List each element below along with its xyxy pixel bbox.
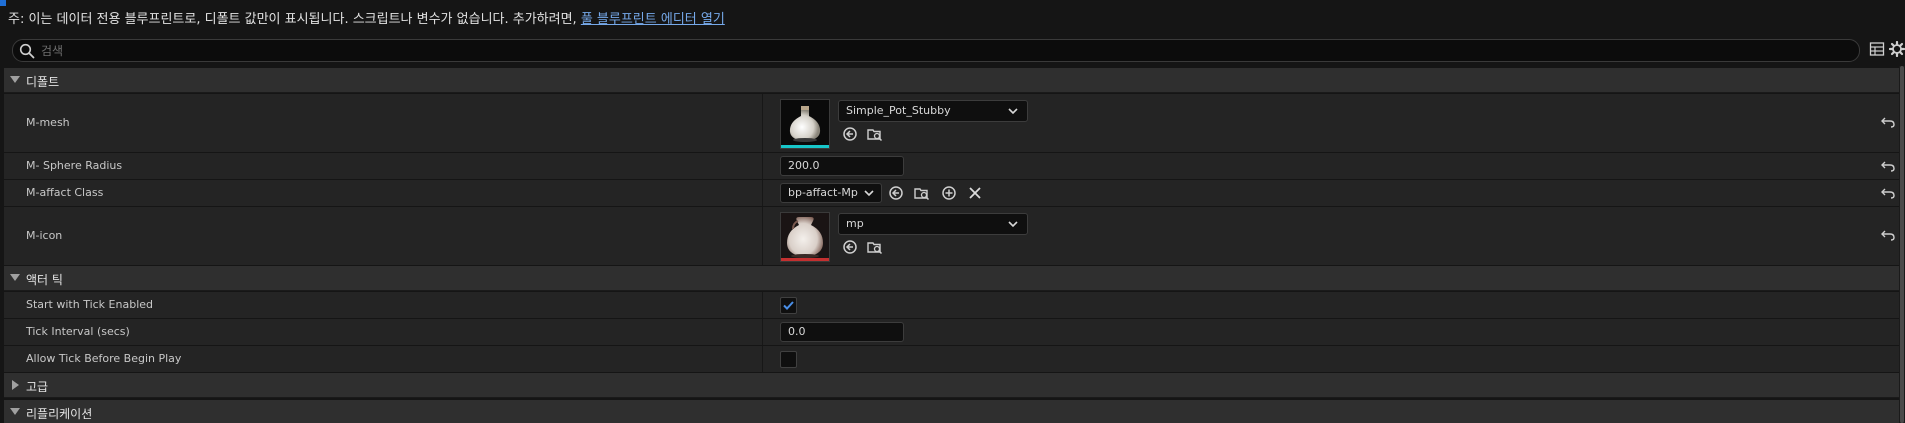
reset-to-default-icon[interactable] <box>1881 229 1895 241</box>
property-row-m-mesh: M-mesh Simple_Pot_Stubby <box>4 94 1899 153</box>
column-splitter[interactable] <box>762 180 763 206</box>
section-title-advanced: 고급 <box>26 380 49 394</box>
sphere-radius-input[interactable]: 200.0 <box>780 156 904 176</box>
browse-asset-icon[interactable] <box>867 239 883 255</box>
section-header-replication[interactable]: 리플리케이션 <box>4 400 1899 423</box>
browse-asset-icon[interactable] <box>914 185 930 201</box>
section-title-replication: 리플리케이션 <box>26 407 93 421</box>
class-picker-combo[interactable]: bp-affact-Mp <box>780 183 882 203</box>
column-splitter[interactable] <box>762 292 763 318</box>
mesh-asset-combo[interactable]: Simple_Pot_Stubby <box>838 100 1028 122</box>
reset-to-default-icon[interactable] <box>1881 116 1895 128</box>
grid-view-icon[interactable] <box>1869 41 1885 57</box>
search-row <box>0 36 1905 64</box>
property-label: M-icon <box>26 229 63 242</box>
property-label: Start with Tick Enabled <box>26 298 154 311</box>
column-splitter[interactable] <box>762 153 763 179</box>
property-label: M- Sphere Radius <box>26 159 123 172</box>
property-row-m-sphere-radius: M- Sphere Radius 200.0 <box>4 153 1899 180</box>
property-label: Allow Tick Before Begin Play <box>26 352 182 365</box>
section-header-default[interactable]: 디폴트 <box>4 68 1899 93</box>
section-title-actor-tick: 액터 틱 <box>26 273 63 287</box>
texture-thumbnail[interactable] <box>780 212 830 262</box>
asset-type-bar <box>781 258 829 261</box>
start-with-tick-enabled-checkbox[interactable] <box>780 297 797 314</box>
expand-arrow-icon <box>10 76 20 83</box>
search-icon <box>19 43 35 59</box>
property-row-m-affact-class: M-affact Class bp-affact-Mp <box>4 180 1899 207</box>
chevron-down-icon <box>864 190 874 197</box>
open-full-blueprint-editor-link[interactable]: 풀 블루프린트 에디터 열기 <box>581 12 725 27</box>
section-title-default: 디폴트 <box>26 75 60 89</box>
notice-corner-mark <box>0 0 6 6</box>
sphere-radius-value: 200.0 <box>788 159 820 172</box>
mesh-asset-value: Simple_Pot_Stubby <box>846 104 951 117</box>
chevron-down-icon <box>1008 108 1018 115</box>
notice-text: 주: 이는 데이터 전용 블루프린트로, 디폴트 값만이 표시됩니다. 스크립트… <box>8 8 725 27</box>
icon-asset-value: mp <box>846 217 864 230</box>
allow-tick-before-begin-play-checkbox[interactable] <box>780 351 797 368</box>
property-row-start-with-tick-enabled: Start with Tick Enabled <box>4 292 1899 319</box>
tick-interval-input[interactable]: 0.0 <box>780 322 904 342</box>
use-selected-asset-icon[interactable] <box>842 126 858 142</box>
property-label: M-mesh <box>26 116 70 129</box>
property-label: M-affact Class <box>26 186 104 199</box>
class-picker-value: bp-affact-Mp <box>788 186 858 199</box>
use-selected-asset-icon[interactable] <box>842 239 858 255</box>
use-selected-asset-icon[interactable] <box>888 185 904 201</box>
pot-mesh-image <box>781 100 829 148</box>
checkmark-icon <box>783 301 794 310</box>
column-splitter[interactable] <box>762 94 763 152</box>
property-label: Tick Interval (secs) <box>26 325 130 338</box>
property-row-m-icon: M-icon mp <box>4 207 1899 266</box>
reset-to-default-icon[interactable] <box>1881 160 1895 172</box>
add-icon[interactable] <box>941 185 957 201</box>
details-panel: 주: 이는 데이터 전용 블루프린트로, 디폴트 값만이 표시됩니다. 스크립트… <box>0 0 1905 423</box>
pot-texture-image <box>781 213 829 261</box>
column-splitter[interactable] <box>762 319 763 345</box>
property-row-allow-tick-before-begin-play: Allow Tick Before Begin Play <box>4 346 1899 373</box>
clear-icon[interactable] <box>967 185 983 201</box>
chevron-down-icon <box>1008 221 1018 228</box>
section-header-advanced[interactable]: 고급 <box>4 373 1899 398</box>
column-splitter[interactable] <box>762 207 763 265</box>
notice-message: 주: 이는 데이터 전용 블루프린트로, 디폴트 값만이 표시됩니다. 스크립트… <box>8 12 581 27</box>
search-box[interactable] <box>12 39 1860 62</box>
data-only-notice: 주: 이는 데이터 전용 블루프린트로, 디폴트 값만이 표시됩니다. 스크립트… <box>0 0 1905 34</box>
section-header-actor-tick[interactable]: 액터 틱 <box>4 266 1899 291</box>
tick-interval-value: 0.0 <box>788 325 806 338</box>
browse-asset-icon[interactable] <box>867 126 883 142</box>
search-input[interactable] <box>39 41 1843 61</box>
expand-arrow-icon <box>10 408 20 415</box>
scrollbar-thumb[interactable] <box>1900 66 1904 423</box>
icon-asset-combo[interactable]: mp <box>838 213 1028 235</box>
settings-gear-icon[interactable] <box>1889 41 1905 57</box>
mesh-thumbnail[interactable] <box>780 99 830 149</box>
expand-arrow-icon <box>10 274 20 281</box>
column-splitter[interactable] <box>762 346 763 372</box>
reset-to-default-icon[interactable] <box>1881 187 1895 199</box>
property-row-tick-interval: Tick Interval (secs) 0.0 <box>4 319 1899 346</box>
asset-type-bar <box>781 145 829 148</box>
collapsed-arrow-icon <box>12 380 19 390</box>
